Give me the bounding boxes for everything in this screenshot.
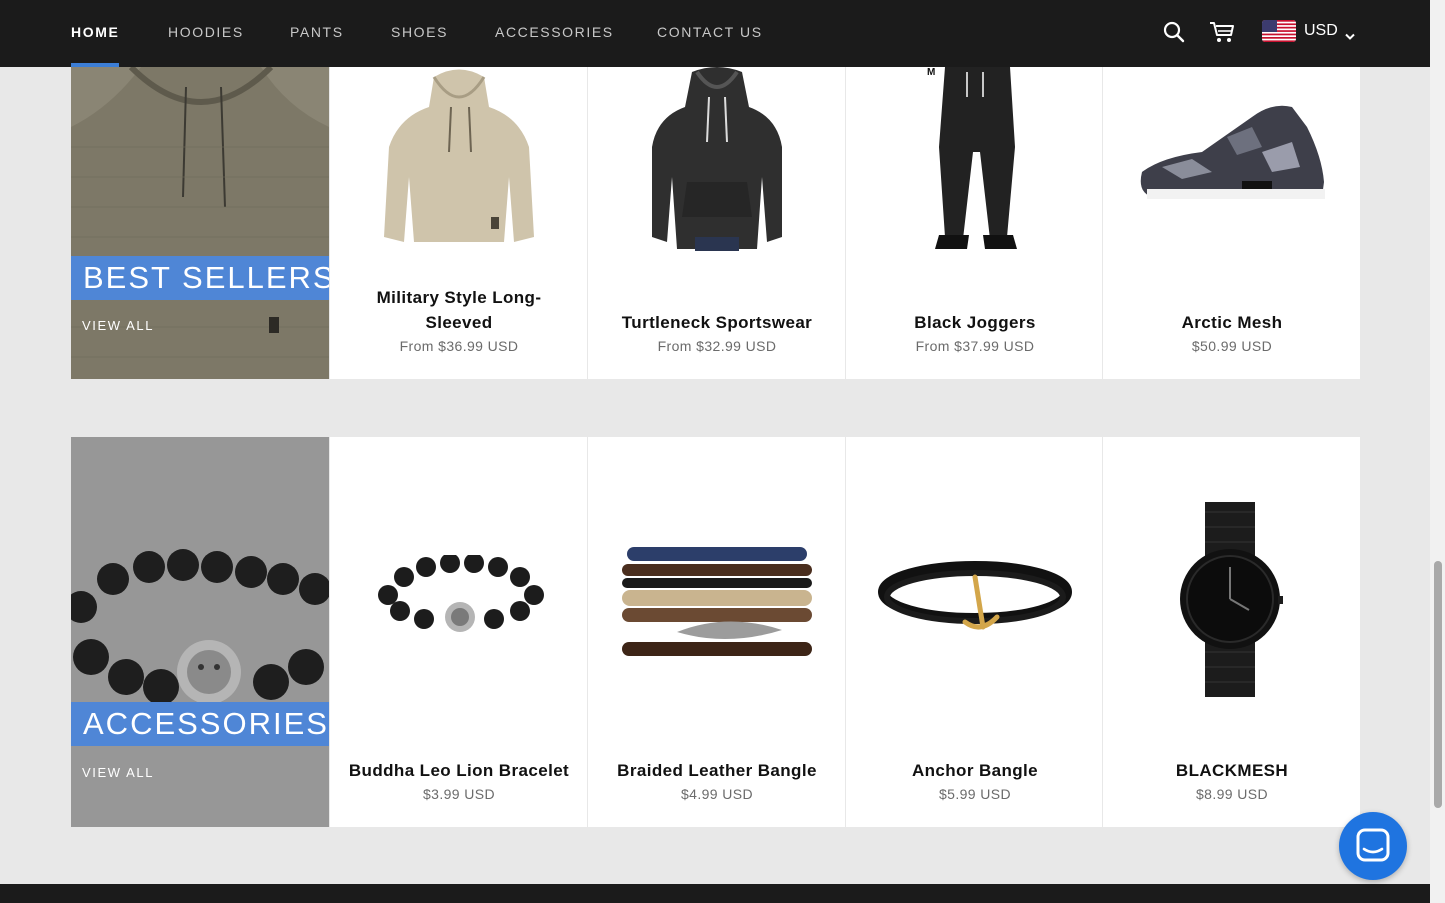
us-flag-icon[interactable] bbox=[1262, 20, 1296, 42]
product-title[interactable]: Braided Leather Bangle bbox=[606, 758, 828, 783]
product-card[interactable]: Braided Leather Bangle $4.99 USD bbox=[587, 437, 845, 827]
best-sellers-feature-tile[interactable]: BEST SELLERS VIEW ALL bbox=[71, 67, 329, 379]
product-title[interactable]: Black Joggers bbox=[864, 310, 1086, 335]
product-price: $50.99 USD bbox=[1191, 338, 1273, 354]
product-card[interactable]: Anchor Bangle $5.99 USD bbox=[845, 437, 1103, 827]
product-price: From $32.99 USD bbox=[657, 338, 777, 354]
best-sellers-view-all-link[interactable]: VIEW ALL bbox=[82, 318, 154, 333]
nav-contact-us[interactable]: CONTACT US bbox=[657, 24, 763, 40]
product-price: $5.99 USD bbox=[938, 786, 1012, 802]
product-title[interactable]: Military Style Long-Sleeved bbox=[348, 285, 570, 335]
product-title[interactable]: Turtleneck Sportswear bbox=[606, 310, 828, 335]
product-price: From $36.99 USD bbox=[399, 338, 519, 354]
accessories-feature-tile[interactable]: ACCESSORIES VIEW ALL bbox=[71, 437, 329, 827]
product-price: $3.99 USD bbox=[422, 786, 496, 802]
accessories-label: ACCESSORIES bbox=[71, 702, 329, 746]
product-image: M bbox=[846, 67, 1104, 257]
product-title[interactable]: Anchor Bangle bbox=[864, 758, 1086, 783]
footer bbox=[0, 884, 1430, 903]
product-card[interactable]: BLACKMESH $8.99 USD bbox=[1102, 437, 1360, 827]
product-card[interactable]: Turtleneck Sportswear From $32.99 USD bbox=[587, 67, 845, 379]
best-sellers-label: BEST SELLERS bbox=[71, 256, 329, 300]
product-card[interactable]: Arctic Mesh $50.99 USD bbox=[1102, 67, 1360, 379]
product-image bbox=[846, 552, 1104, 652]
nav-accessories[interactable]: ACCESSORIES bbox=[495, 24, 614, 40]
product-price: $8.99 USD bbox=[1195, 786, 1269, 802]
product-image bbox=[588, 532, 846, 672]
cart-icon[interactable] bbox=[1209, 20, 1235, 48]
scrollbar-thumb[interactable] bbox=[1434, 561, 1442, 808]
product-card[interactable]: M Black Joggers From $37.99 USD bbox=[845, 67, 1103, 379]
accessories-view-all-link[interactable]: VIEW ALL bbox=[82, 765, 154, 780]
nav-shoes[interactable]: SHOES bbox=[391, 24, 448, 40]
search-icon[interactable] bbox=[1162, 20, 1186, 48]
product-title[interactable]: BLACKMESH bbox=[1121, 758, 1343, 783]
nav-hoodies[interactable]: HOODIES bbox=[168, 24, 244, 40]
top-navigation-bar: HOME HOODIES PANTS SHOES ACCESSORIES CON… bbox=[0, 0, 1430, 67]
active-nav-indicator bbox=[71, 63, 119, 67]
product-image bbox=[1103, 502, 1361, 697]
product-image bbox=[330, 67, 588, 257]
product-image bbox=[588, 67, 846, 257]
product-title[interactable]: Arctic Mesh bbox=[1121, 310, 1343, 335]
nav-home[interactable]: HOME bbox=[71, 24, 119, 40]
product-price: $4.99 USD bbox=[680, 786, 754, 802]
svg-text:M: M bbox=[927, 67, 935, 78]
product-price: From $37.99 USD bbox=[915, 338, 1035, 354]
currency-selector[interactable]: USD bbox=[1304, 22, 1338, 40]
chat-bubble-icon[interactable] bbox=[1339, 812, 1407, 880]
nav-pants[interactable]: PANTS bbox=[290, 24, 344, 40]
product-image bbox=[1103, 97, 1361, 217]
product-card[interactable]: Military Style Long-Sleeved From $36.99 … bbox=[329, 67, 587, 379]
product-card[interactable]: Buddha Leo Lion Bracelet $3.99 USD bbox=[329, 437, 587, 827]
chevron-down-icon[interactable] bbox=[1345, 26, 1355, 45]
product-title[interactable]: Buddha Leo Lion Bracelet bbox=[348, 758, 570, 783]
product-image bbox=[330, 555, 588, 645]
